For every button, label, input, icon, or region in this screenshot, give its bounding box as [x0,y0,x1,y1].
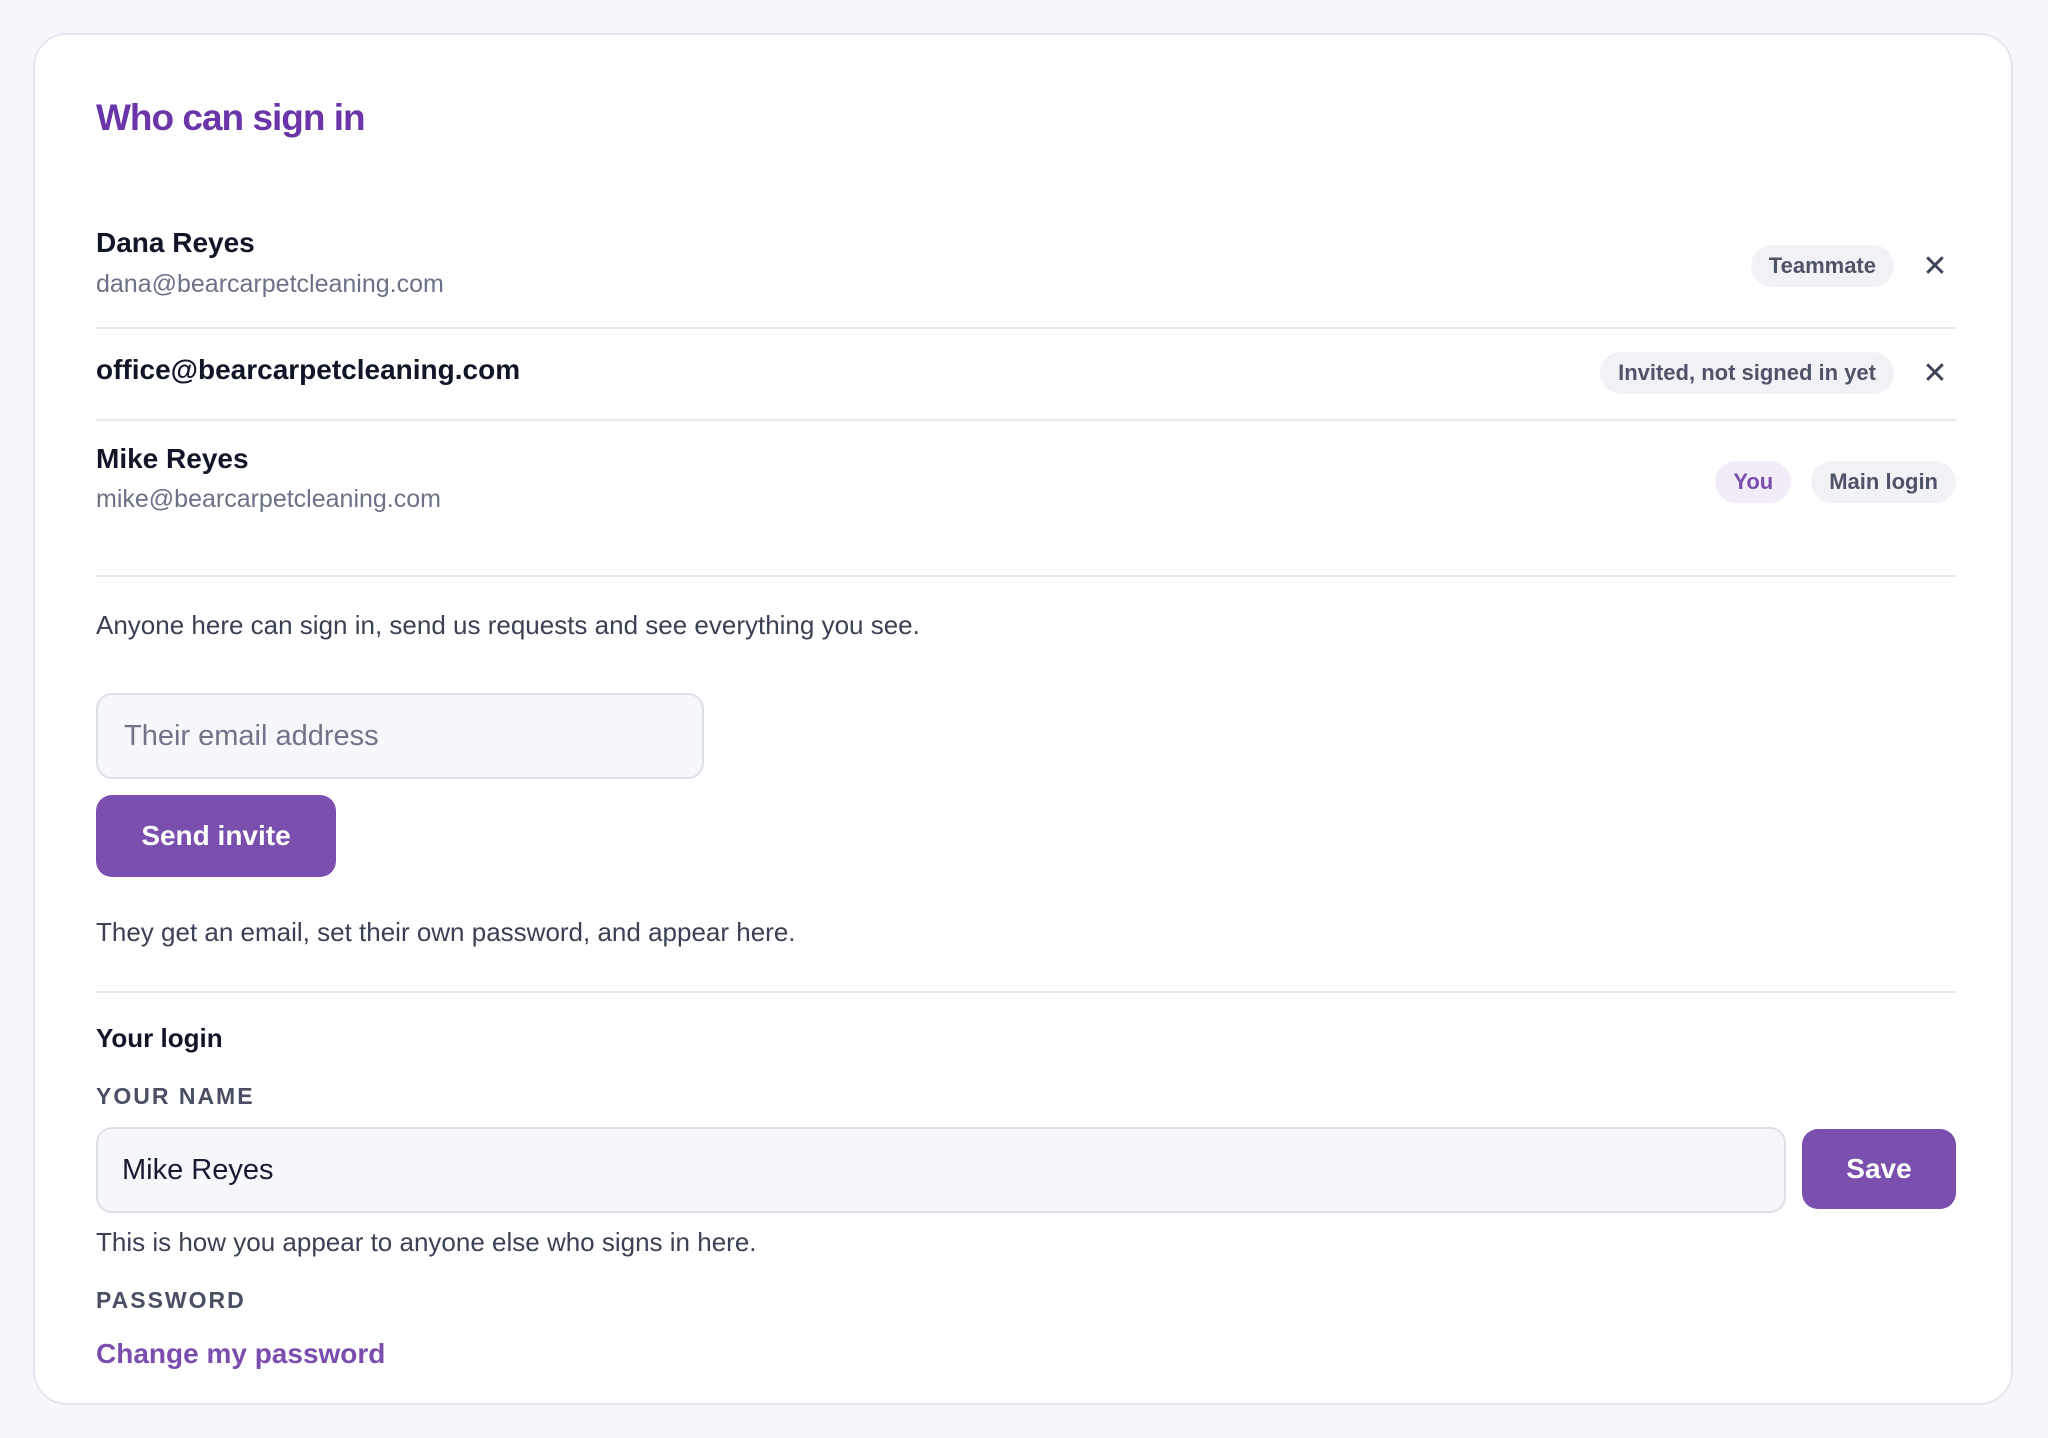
save-button[interactable]: Save [1802,1129,1956,1209]
member-badges: You Main login [1715,461,1956,503]
invite-email-input[interactable] [96,693,704,779]
name-note: This is how you appear to anyone else wh… [96,1227,757,1257]
your-name-label: YOUR NAME [96,1083,255,1109]
member-name: office@bearcarpetcleaning.com [96,354,521,385]
main-login-badge: Main login [1811,461,1956,503]
role-badge: Teammate [1750,245,1894,287]
member-name: Dana Reyes [96,227,255,258]
member-row: office@bearcarpetcleaning.com Invited, n… [96,327,1956,421]
status-badge: Invited, not signed in yet [1600,352,1894,394]
section-title: Who can sign in [96,97,366,138]
your-login-title: Your login [96,1023,223,1053]
member-badges: Invited, not signed in yet ✕ [1600,352,1956,394]
member-badges: Teammate ✕ [1750,245,1956,287]
invite-note: They get an email, set their own passwor… [96,917,796,947]
member-row: Dana Reyes dana@bearcarpetcleaning.com T… [96,215,1956,329]
your-name-input[interactable] [96,1127,1786,1213]
member-name: Mike Reyes [96,443,249,474]
close-icon[interactable]: ✕ [1914,352,1956,394]
close-icon[interactable]: ✕ [1914,245,1956,287]
member-email: dana@bearcarpetcleaning.com [96,270,444,298]
sign-in-card: Who can sign in Dana Reyes dana@bearcarp… [33,33,2013,1405]
member-row: Mike Reyes mike@bearcarpetcleaning.com Y… [96,419,1956,577]
access-note: Anyone here can sign in, send us request… [96,610,920,640]
section-divider [96,991,1956,993]
send-invite-button[interactable]: Send invite [96,795,336,877]
password-label: PASSWORD [96,1287,246,1313]
change-password-link[interactable]: Change my password [96,1338,385,1370]
you-badge: You [1715,461,1792,503]
member-email: mike@bearcarpetcleaning.com [96,485,441,513]
